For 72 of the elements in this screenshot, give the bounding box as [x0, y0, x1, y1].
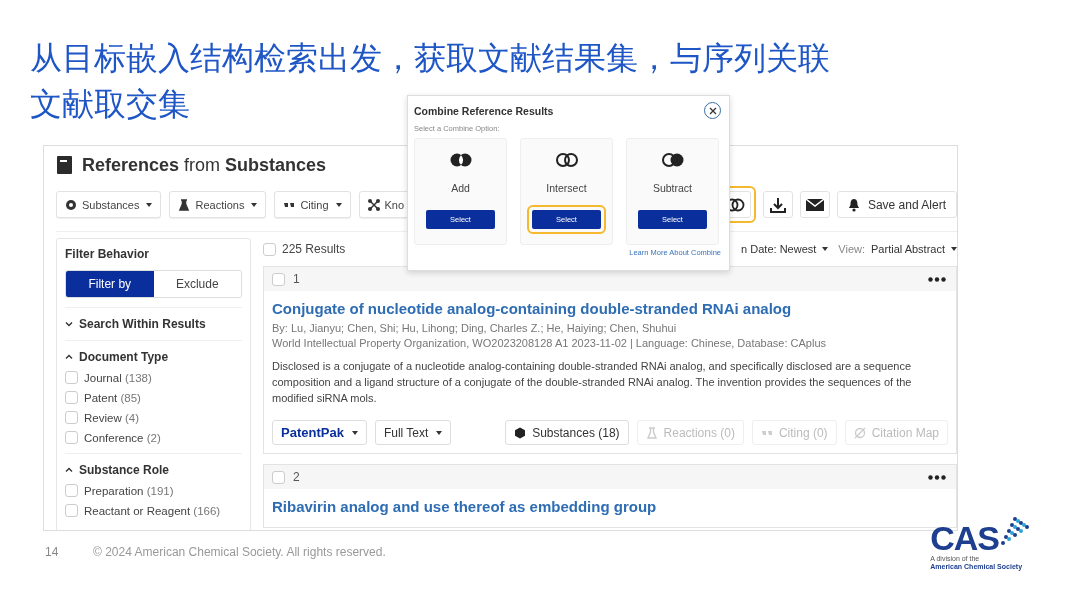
logo-wordmark: CAS: [930, 521, 999, 555]
caret-icon: [251, 202, 258, 207]
toolbar-button[interactable]: Substances: [56, 191, 162, 218]
slide-title: 文献取交集: [30, 85, 190, 124]
download-button[interactable]: [762, 191, 793, 218]
section-toggle[interactable]: Document Type: [79, 350, 169, 364]
filter-heading: Filter Behavior: [65, 247, 151, 261]
page-heading: References from Substances: [82, 154, 327, 176]
record-title-link[interactable]: Ribavirin analog and use thereof as embedding group: [272, 498, 948, 515]
save-alert-button[interactable]: Save and Alert: [836, 191, 957, 218]
caret-icon: [351, 430, 358, 435]
download-icon: [768, 195, 787, 214]
close-button[interactable]: [704, 102, 721, 119]
result-count: 225 Results: [282, 242, 346, 256]
more-icon: [928, 276, 946, 282]
abstract-text: Disclosed is a conjugate of a nucleotide analog-containing double-stranded RNAi analog, and specifically disclosed are a sequence composition and a ligand structure of a conjugate of the double-stranded RNAi analog. The invention provides the sequences of the modified siRNA mols.: [272, 359, 913, 406]
checkbox[interactable]: [65, 484, 78, 497]
caret-icon: [436, 430, 443, 435]
email-button[interactable]: [799, 191, 830, 218]
more-icon: [928, 474, 946, 480]
toolbar-button[interactable]: Citing: [274, 191, 351, 218]
checkbox[interactable]: [272, 272, 285, 286]
caret-icon: [822, 247, 829, 251]
filter-option[interactable]: Review (4): [84, 411, 139, 424]
toggle-option[interactable]: Filter by: [66, 271, 154, 297]
copyright-text: © 2024 American Chemical Society. All rights reserved.: [93, 545, 386, 559]
sort-dropdown[interactable]: n Date: Newest: [741, 243, 829, 255]
section-toggle[interactable]: Substance Role: [79, 463, 170, 477]
record-number: 1: [293, 272, 300, 286]
dialog-title: Combine Reference Results: [414, 104, 554, 117]
caret-icon: [951, 247, 957, 251]
flask-icon: [178, 198, 191, 211]
envelope-icon: [805, 197, 824, 212]
toolbar-button[interactable]: Reactions: [169, 191, 267, 218]
substances-button[interactable]: Substances (18): [505, 420, 629, 445]
bell-icon: [847, 197, 860, 212]
checkbox[interactable]: [263, 242, 276, 256]
checkbox[interactable]: [65, 371, 78, 384]
close-icon: [708, 106, 717, 115]
source-text: World Intellectual Property Organization, WO2023208128 A1 2023-11-02 | Language: Chinese, Database: CAplus: [272, 336, 828, 351]
checkbox[interactable]: [272, 470, 285, 484]
checkbox[interactable]: [65, 504, 78, 517]
record-title-link[interactable]: Conjugate of nucleotide analog-containing double-stranded RNAi analog: [272, 300, 948, 317]
full-text-button[interactable]: Full Text: [374, 420, 452, 445]
flask-icon: [645, 426, 658, 439]
patentpak-button[interactable]: PatentPak: [272, 420, 367, 445]
crossed-circle-icon: [853, 426, 866, 439]
filled-circles-icon: [448, 152, 473, 168]
filter-option[interactable]: Preparation (191): [84, 484, 174, 497]
checkbox[interactable]: [65, 391, 78, 404]
overlapping-circles-icon: [554, 152, 579, 168]
option-label: Intersect: [546, 182, 587, 194]
section-toggle[interactable]: Search Within Results: [79, 317, 206, 331]
checkbox[interactable]: [65, 431, 78, 444]
authors-text: By: Lu, Jianyu; Chen, Shi; Hu, Lihong; Ding, Charles Z.; He, Haiying; Chen, Shuhui: [272, 321, 678, 336]
caret-icon: [335, 202, 342, 207]
checkbox[interactable]: [65, 411, 78, 424]
view-dropdown[interactable]: Partial Abstract: [871, 243, 957, 255]
filter-option[interactable]: Conference (2): [84, 431, 161, 444]
book-icon: [56, 155, 74, 175]
record-number: 2: [293, 470, 300, 484]
page-number: 14: [45, 545, 60, 559]
option-label: Subtract: [652, 182, 693, 194]
caret-icon: [146, 202, 153, 207]
slide-title: 从目标嵌入结构检索出发，获取文献结果集，与序列关联: [30, 39, 830, 78]
filter-option[interactable]: Journal (138): [84, 371, 152, 384]
option-label: Add: [451, 182, 470, 194]
filter-option[interactable]: Patent (85): [84, 391, 141, 404]
view-label: View:: [838, 243, 865, 255]
half-filled-circles-icon: [660, 152, 685, 168]
network-icon: [367, 198, 380, 211]
filter-option[interactable]: Reactant or Reagent (166): [84, 504, 221, 517]
